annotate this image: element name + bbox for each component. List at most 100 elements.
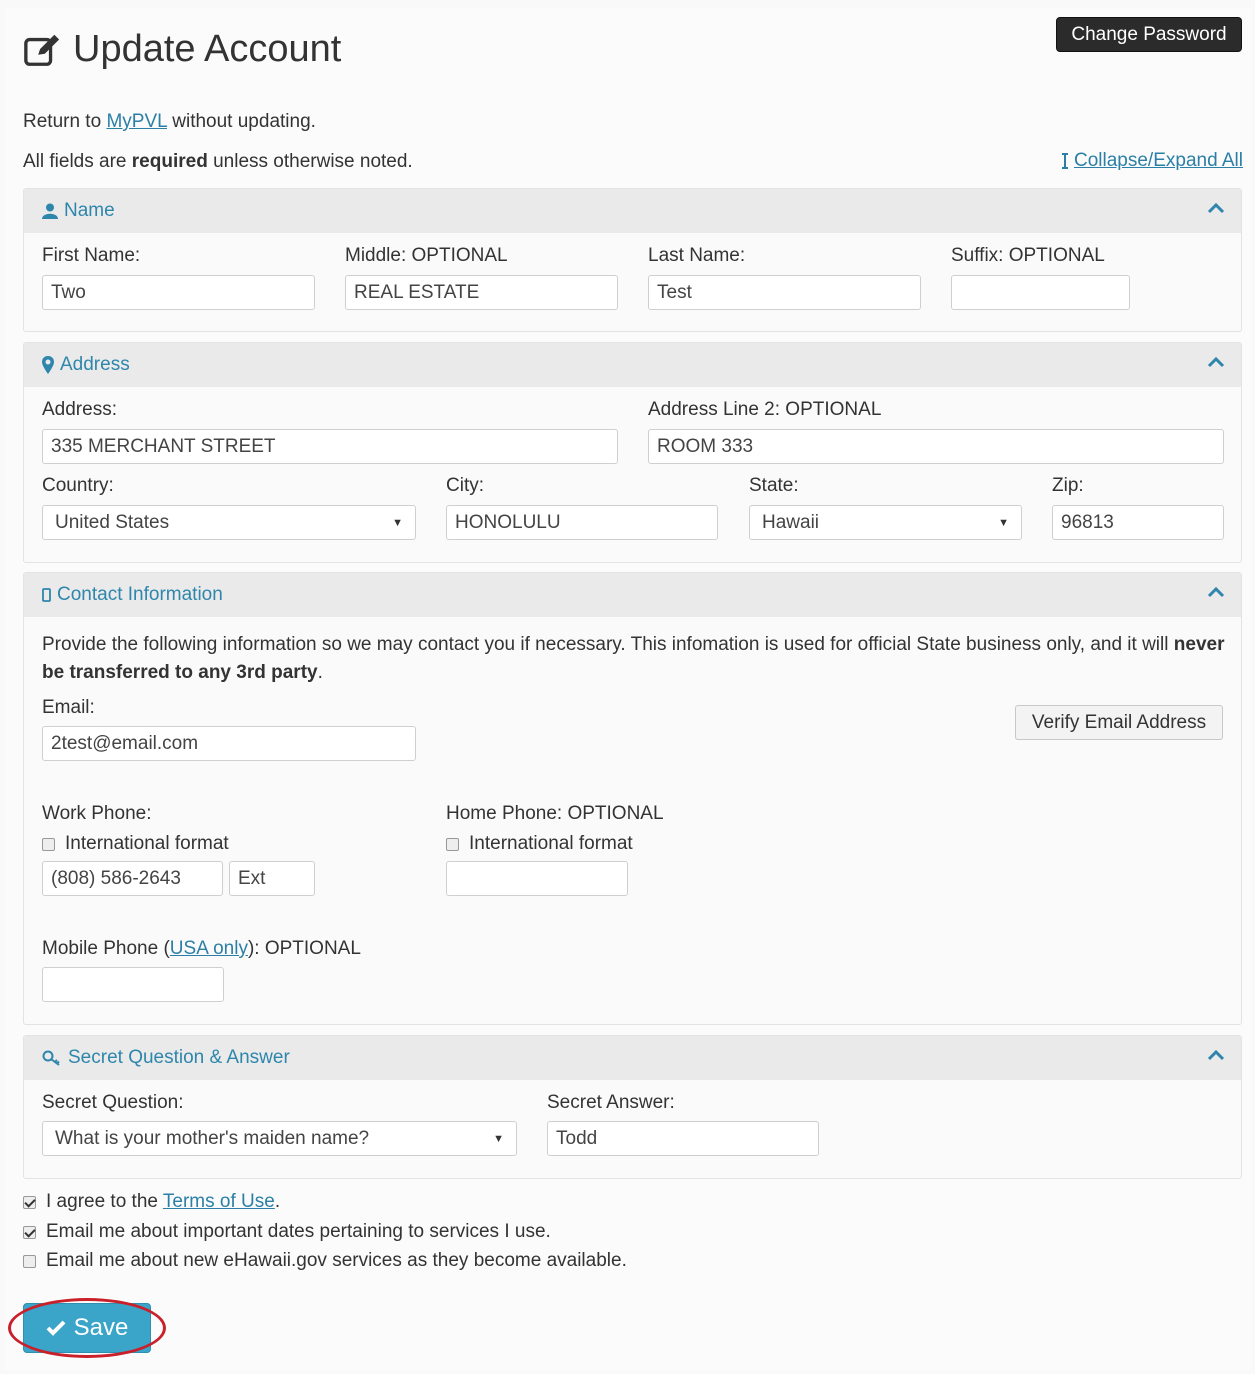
- home-intl-checkbox[interactable]: [446, 837, 459, 851]
- work-intl-row: International format: [42, 833, 229, 855]
- page-title-text: Update Account: [73, 28, 342, 70]
- terms-of-use-link[interactable]: Terms of Use: [163, 1191, 275, 1212]
- secret-panel-header[interactable]: Secret Question & Answer: [24, 1036, 1241, 1080]
- contact-description-end: .: [317, 662, 323, 683]
- zip-input[interactable]: 96813: [1052, 505, 1224, 540]
- last-name-label: Last Name:: [648, 245, 746, 266]
- return-suffix: without updating.: [166, 111, 316, 132]
- contact-panel-title: Contact Information: [57, 584, 223, 605]
- address-label: Address:: [42, 399, 117, 420]
- chevron-up-icon[interactable]: [1207, 354, 1225, 372]
- work-phone-input[interactable]: (808) 586-2643: [42, 861, 223, 896]
- middle-name-input[interactable]: REAL ESTATE: [345, 275, 618, 310]
- secret-answer-input[interactable]: Todd: [547, 1121, 819, 1156]
- zip-label: Zip:: [1052, 475, 1084, 496]
- email-dates-checkbox[interactable]: [23, 1225, 36, 1239]
- terms-checkbox[interactable]: [23, 1195, 36, 1209]
- required-suffix: unless otherwise noted.: [207, 151, 413, 172]
- email-label: Email:: [42, 697, 95, 718]
- email-services-checkbox[interactable]: [23, 1254, 36, 1268]
- required-bold: required: [131, 151, 208, 172]
- collapse-expand-all-label: Collapse/Expand All: [1074, 150, 1243, 171]
- map-marker-icon: [42, 356, 54, 374]
- secret-question-label: Secret Question:: [42, 1092, 184, 1113]
- state-label: State:: [749, 475, 799, 496]
- work-intl-checkbox[interactable]: [42, 837, 55, 851]
- home-intl-label: International format: [469, 833, 633, 854]
- country-label: Country:: [42, 475, 114, 496]
- address-input[interactable]: 335 MERCHANT STREET: [42, 429, 618, 464]
- work-phone-ext-input[interactable]: Ext: [229, 861, 315, 896]
- change-password-button[interactable]: Change Password: [1056, 17, 1242, 52]
- work-intl-label: International format: [65, 833, 229, 854]
- required-note: All fields are required unless otherwise…: [23, 151, 413, 173]
- country-select[interactable]: United States ▼: [42, 505, 416, 540]
- middle-name-label: Middle: OPTIONAL: [345, 245, 508, 266]
- state-select[interactable]: Hawaii ▼: [749, 505, 1022, 540]
- edit-icon: [24, 34, 60, 66]
- address-panel: Address Address: 335 MERCHANT STREET Add…: [23, 342, 1242, 563]
- home-phone-label: Home Phone: OPTIONAL: [446, 803, 664, 824]
- collapse-expand-all-link[interactable]: Collapse/Expand All: [1060, 150, 1243, 172]
- first-name-input[interactable]: Two: [42, 275, 315, 310]
- email-dates-label: Email me about important dates pertainin…: [46, 1221, 551, 1242]
- return-prefix: Return to: [23, 111, 107, 132]
- contact-description: Provide the following information so we …: [42, 631, 1232, 687]
- email-input[interactable]: 2test@email.com: [42, 726, 416, 761]
- contact-description-text: Provide the following information so we …: [42, 634, 1169, 655]
- address-panel-title: Address: [60, 354, 130, 375]
- secret-question-select[interactable]: What is your mother's maiden name? ▼: [42, 1121, 517, 1156]
- page-title: Update Account: [23, 28, 341, 71]
- return-line: Return to MyPVL without updating.: [23, 111, 316, 133]
- mypvl-link[interactable]: MyPVL: [106, 111, 167, 132]
- mobile-phone-input[interactable]: [42, 967, 224, 1002]
- contact-panel-header[interactable]: Contact Information: [24, 573, 1241, 617]
- name-panel-title: Name: [64, 200, 115, 221]
- mobile-phone-label: Mobile Phone (USA only): OPTIONAL: [42, 938, 361, 960]
- work-phone-label: Work Phone:: [42, 803, 152, 824]
- terms-prefix: I agree to the: [46, 1191, 163, 1212]
- required-prefix: All fields are: [23, 151, 132, 172]
- email-dates-row: Email me about important dates pertainin…: [23, 1221, 551, 1243]
- name-panel-header[interactable]: Name: [24, 189, 1241, 233]
- highlight-ring: [8, 1298, 166, 1358]
- vertical-resize-icon: [1062, 153, 1068, 169]
- state-select-value: Hawaii: [762, 511, 820, 533]
- caret-down-icon: ▼: [493, 1132, 504, 1145]
- terms-row: I agree to the Terms of Use.: [23, 1191, 280, 1213]
- secret-panel-title: Secret Question & Answer: [68, 1047, 290, 1068]
- home-intl-row: International format: [446, 833, 633, 855]
- secret-answer-label: Secret Answer:: [547, 1092, 675, 1113]
- caret-down-icon: ▼: [392, 516, 403, 529]
- email-services-row: Email me about new eHawaii.gov services …: [23, 1250, 627, 1272]
- chevron-up-icon[interactable]: [1207, 1047, 1225, 1065]
- email-services-label: Email me about new eHawaii.gov services …: [46, 1250, 627, 1271]
- caret-down-icon: ▼: [998, 516, 1009, 529]
- secret-question-value: What is your mother's maiden name?: [55, 1127, 370, 1149]
- last-name-input[interactable]: Test: [648, 275, 921, 310]
- usa-only-link[interactable]: USA only: [170, 938, 248, 959]
- mobile-label-suffix: ): OPTIONAL: [247, 938, 361, 959]
- address-panel-header[interactable]: Address: [24, 343, 1241, 387]
- city-label: City:: [446, 475, 484, 496]
- verify-email-button[interactable]: Verify Email Address: [1015, 705, 1223, 740]
- contact-panel: Contact Information Provide the followin…: [23, 572, 1242, 1025]
- chevron-up-icon[interactable]: [1207, 584, 1225, 602]
- home-phone-input[interactable]: [446, 861, 628, 896]
- chevron-up-icon[interactable]: [1207, 200, 1225, 218]
- terms-label: I agree to the Terms of Use.: [46, 1191, 280, 1213]
- user-icon: [42, 203, 58, 219]
- terms-suffix: .: [274, 1191, 281, 1212]
- address-line2-input[interactable]: ROOM 333: [648, 429, 1224, 464]
- city-input[interactable]: HONOLULU: [446, 505, 718, 540]
- suffix-label: Suffix: OPTIONAL: [951, 245, 1105, 266]
- key-icon: [42, 1050, 60, 1066]
- address-line2-label: Address Line 2: OPTIONAL: [648, 399, 882, 420]
- country-select-value: United States: [55, 511, 170, 533]
- secret-panel: Secret Question & Answer Secret Question…: [23, 1035, 1242, 1179]
- name-panel: Name First Name: Two Middle: OPTIONAL RE…: [23, 188, 1242, 332]
- first-name-label: First Name:: [42, 245, 141, 266]
- mobile-phone-icon: [42, 588, 51, 602]
- suffix-input[interactable]: [951, 275, 1130, 310]
- mobile-label-prefix: Mobile Phone (: [42, 938, 170, 959]
